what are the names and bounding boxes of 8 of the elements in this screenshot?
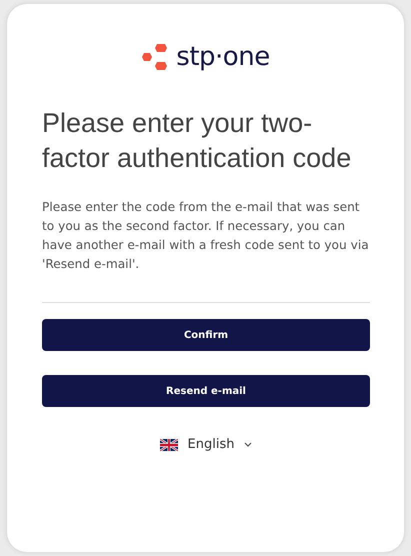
action-button[interactable]: Resend e-mail (42, 375, 370, 407)
logo-text: stp·one (176, 42, 270, 72)
flag-icon (160, 438, 178, 450)
chevron-down-icon (244, 442, 252, 447)
action-button[interactable]: Confirm (42, 319, 370, 351)
page-title: Please enter your two-factor authentication code (42, 107, 352, 175)
description-text: Please enter the code from the e-mail that was sent to you as the second factor. If necessary, you can have another e-mail with a fresh code sent to you via 'Resend e-mail'. (42, 199, 370, 273)
language-selector[interactable]: English (160, 437, 252, 452)
